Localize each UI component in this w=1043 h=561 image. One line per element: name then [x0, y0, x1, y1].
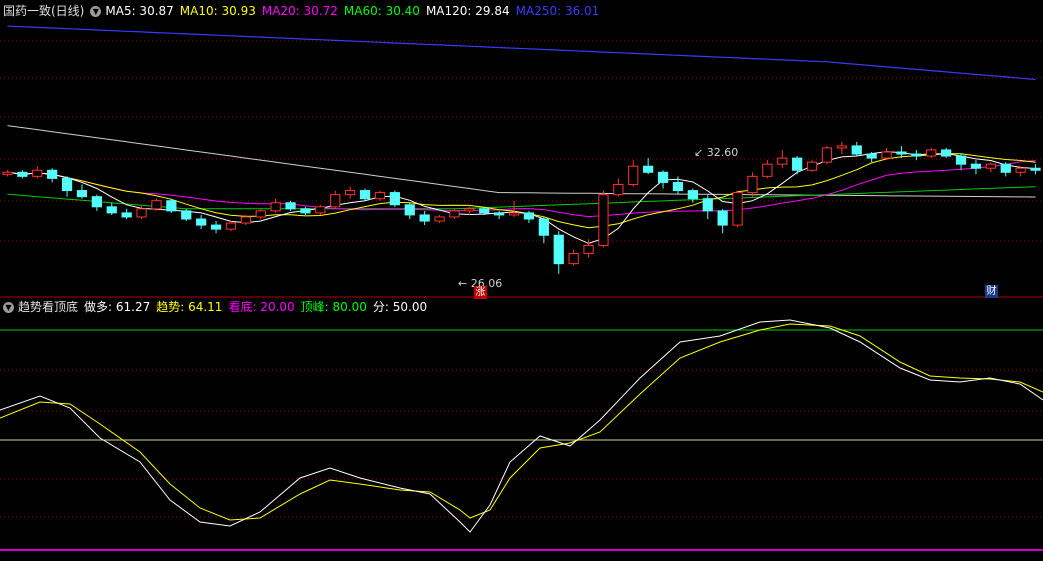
candle-down [61, 177, 73, 192]
candle-down [106, 206, 117, 214]
candle-down [702, 198, 713, 212]
candle-up [449, 210, 460, 218]
candle-up [568, 253, 579, 265]
candle-up [374, 192, 386, 200]
candle-up [613, 183, 624, 196]
candle-up [777, 157, 788, 165]
candle-down [181, 210, 192, 220]
candle-up [762, 163, 773, 177]
finance-badge[interactable]: 财 [985, 285, 998, 298]
candle-down [91, 196, 102, 208]
candle-up [806, 161, 818, 171]
candle-down [419, 214, 430, 222]
candle-down [553, 234, 564, 265]
candle-down [1000, 163, 1011, 173]
candle-up [255, 210, 266, 218]
candle-down [523, 212, 535, 220]
candle-down [866, 153, 877, 159]
candle-up [136, 208, 147, 218]
candle-down [404, 204, 415, 216]
candle-down [687, 190, 698, 200]
long-line [0, 319, 1043, 533]
ma10-line [7, 153, 1036, 229]
candle-up [345, 190, 356, 196]
candle-down [538, 218, 549, 236]
candle-up [747, 175, 758, 194]
candle-down [643, 165, 654, 173]
sub-chart-header: ▼ 趋势看顶底 做多: 61.27 趋势: 64.11 看底: 20.00 顶峰… [3, 299, 433, 315]
ma250-line [7, 25, 1036, 81]
candle-up [151, 200, 162, 210]
candle-up [2, 171, 13, 175]
candle-down [76, 190, 88, 198]
ma-indicator: MA120: 29.84 [425, 4, 510, 18]
chart-canvas[interactable] [0, 0, 1043, 561]
candle-down [970, 163, 982, 169]
rise-badge[interactable]: 涨 [474, 286, 487, 299]
candle-down [210, 224, 222, 230]
ma-indicator: MA250: 36.01 [515, 4, 600, 18]
stock-title[interactable]: 国药一致(日线) [3, 3, 84, 19]
candle-down [792, 157, 803, 171]
sub-indicator: 顶峰: 80.00 [300, 300, 367, 314]
candle-down [300, 208, 311, 214]
ma60-line [7, 186, 1036, 210]
sub-indicator: 趋势: 64.11 [156, 300, 223, 314]
candle-up [315, 206, 326, 214]
candle-up [225, 222, 237, 230]
candle-up [985, 163, 996, 169]
candle-down [672, 181, 684, 192]
candle-down [121, 212, 132, 218]
candle-down [47, 169, 58, 179]
candle-up [821, 147, 833, 163]
candle-up [240, 216, 251, 224]
candle-down [896, 151, 907, 155]
candle-down [359, 190, 371, 200]
chevron-down-icon[interactable]: ▼ [3, 301, 14, 313]
ma20-line [7, 160, 1036, 218]
candle-down [17, 171, 28, 177]
candle-up [508, 212, 520, 216]
ma-indicator: MA5: 30.87 [105, 4, 174, 18]
sub-indicator: 看底: 20.00 [228, 300, 295, 314]
indicator-title[interactable]: 趋势看顶底 [18, 299, 78, 315]
candle-down [494, 212, 505, 216]
high-price-label: ↙ 32.60 [694, 146, 739, 159]
candle-up [598, 194, 609, 246]
candle-down [389, 192, 400, 206]
candle-down [166, 200, 177, 212]
candle-down [657, 171, 669, 183]
candle-up [330, 194, 341, 208]
candle-down [717, 210, 728, 226]
candle-up [270, 202, 281, 212]
ma-indicator: MA10: 30.93 [179, 4, 256, 18]
candle-up [32, 169, 43, 177]
candle-down [955, 155, 967, 165]
candle-up [926, 149, 937, 157]
candle-up [434, 216, 445, 222]
candle-up [1015, 167, 1026, 173]
candle-up [583, 244, 594, 255]
candle-up [836, 145, 847, 149]
candle-up [881, 151, 892, 159]
candle-down [1030, 167, 1041, 171]
candle-up [464, 208, 475, 212]
candle-down [196, 218, 207, 226]
sub-indicator: 分: 50.00 [372, 300, 428, 314]
main-chart-header: 国药一致(日线) ▼ MA5: 30.87 MA10: 30.93 MA20: … [3, 3, 605, 19]
ma120-line [7, 125, 1036, 198]
candle-down [911, 153, 922, 157]
candle-down [851, 145, 862, 155]
candle-down [479, 208, 490, 214]
candle-up [732, 192, 743, 226]
ma-indicator: MA60: 30.40 [343, 4, 420, 18]
chevron-down-icon[interactable]: ▼ [90, 5, 102, 17]
candle-down [941, 149, 952, 157]
candle-down [285, 202, 296, 210]
ma-indicator: MA20: 30.72 [261, 4, 338, 18]
sub-indicator: 做多: 61.27 [84, 300, 151, 314]
trend-line [0, 323, 1043, 521]
candle-up [628, 165, 639, 185]
